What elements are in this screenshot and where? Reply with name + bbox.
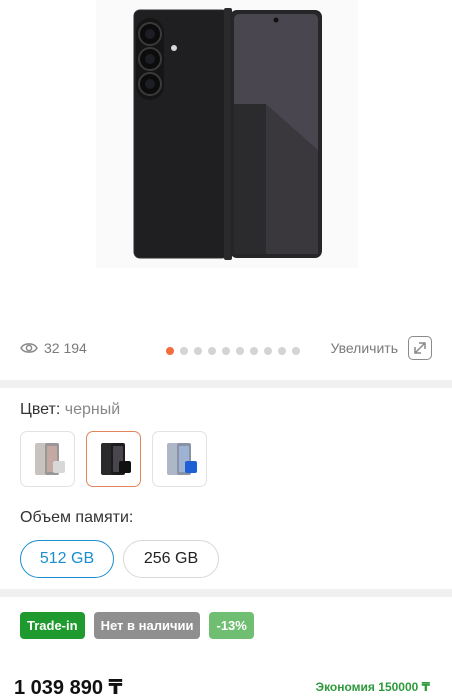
product-image[interactable] xyxy=(96,0,358,268)
views-count: 32 194 xyxy=(44,340,87,356)
gallery-dot[interactable] xyxy=(194,347,202,355)
views-counter: 32 194 xyxy=(20,340,87,356)
zoom-button[interactable]: Увеличить xyxy=(330,336,432,360)
stock-status-badge: Нет в наличии xyxy=(93,612,201,639)
section-divider xyxy=(0,589,452,597)
memory-option-256[interactable]: 256 GB xyxy=(123,540,219,578)
memory-option-512[interactable]: 512 GB xyxy=(20,540,114,578)
color-swatch-blue[interactable] xyxy=(152,431,207,487)
color-swatch-black[interactable] xyxy=(86,431,141,487)
gallery-dot[interactable] xyxy=(208,347,216,355)
memory-label: Объем памяти: xyxy=(20,509,134,526)
product-gallery: 32 194 Увеличить xyxy=(0,0,452,378)
gallery-dot[interactable] xyxy=(166,347,174,355)
gallery-dot[interactable] xyxy=(264,347,272,355)
expand-icon xyxy=(408,336,432,360)
gallery-dot[interactable] xyxy=(278,347,286,355)
gallery-dot[interactable] xyxy=(236,347,244,355)
color-label-text: Цвет: xyxy=(20,401,61,418)
discount-badge: -13% xyxy=(209,612,254,639)
eye-icon xyxy=(20,341,38,355)
section-divider xyxy=(0,380,452,388)
color-swatch-silver[interactable] xyxy=(20,431,75,487)
product-price: 1 039 890 ₸ xyxy=(14,677,123,699)
trade-in-badge: Trade-in xyxy=(20,612,85,639)
gallery-pagination xyxy=(166,347,300,355)
gallery-dot[interactable] xyxy=(292,347,300,355)
color-value: черный xyxy=(64,401,121,418)
gallery-dot[interactable] xyxy=(222,347,230,355)
color-label: Цвет: черный xyxy=(20,401,120,419)
zoom-label: Увеличить xyxy=(330,340,398,356)
gallery-toolbar: 32 194 Увеличить xyxy=(0,332,452,368)
savings-label: Экономия 150000 ₸ xyxy=(315,680,430,694)
gallery-dot[interactable] xyxy=(180,347,188,355)
memory-options: 512 GB 256 GB xyxy=(20,540,219,578)
gallery-dot[interactable] xyxy=(250,347,258,355)
color-options xyxy=(20,431,207,487)
product-badges: Trade-in Нет в наличии -13% xyxy=(20,612,254,639)
